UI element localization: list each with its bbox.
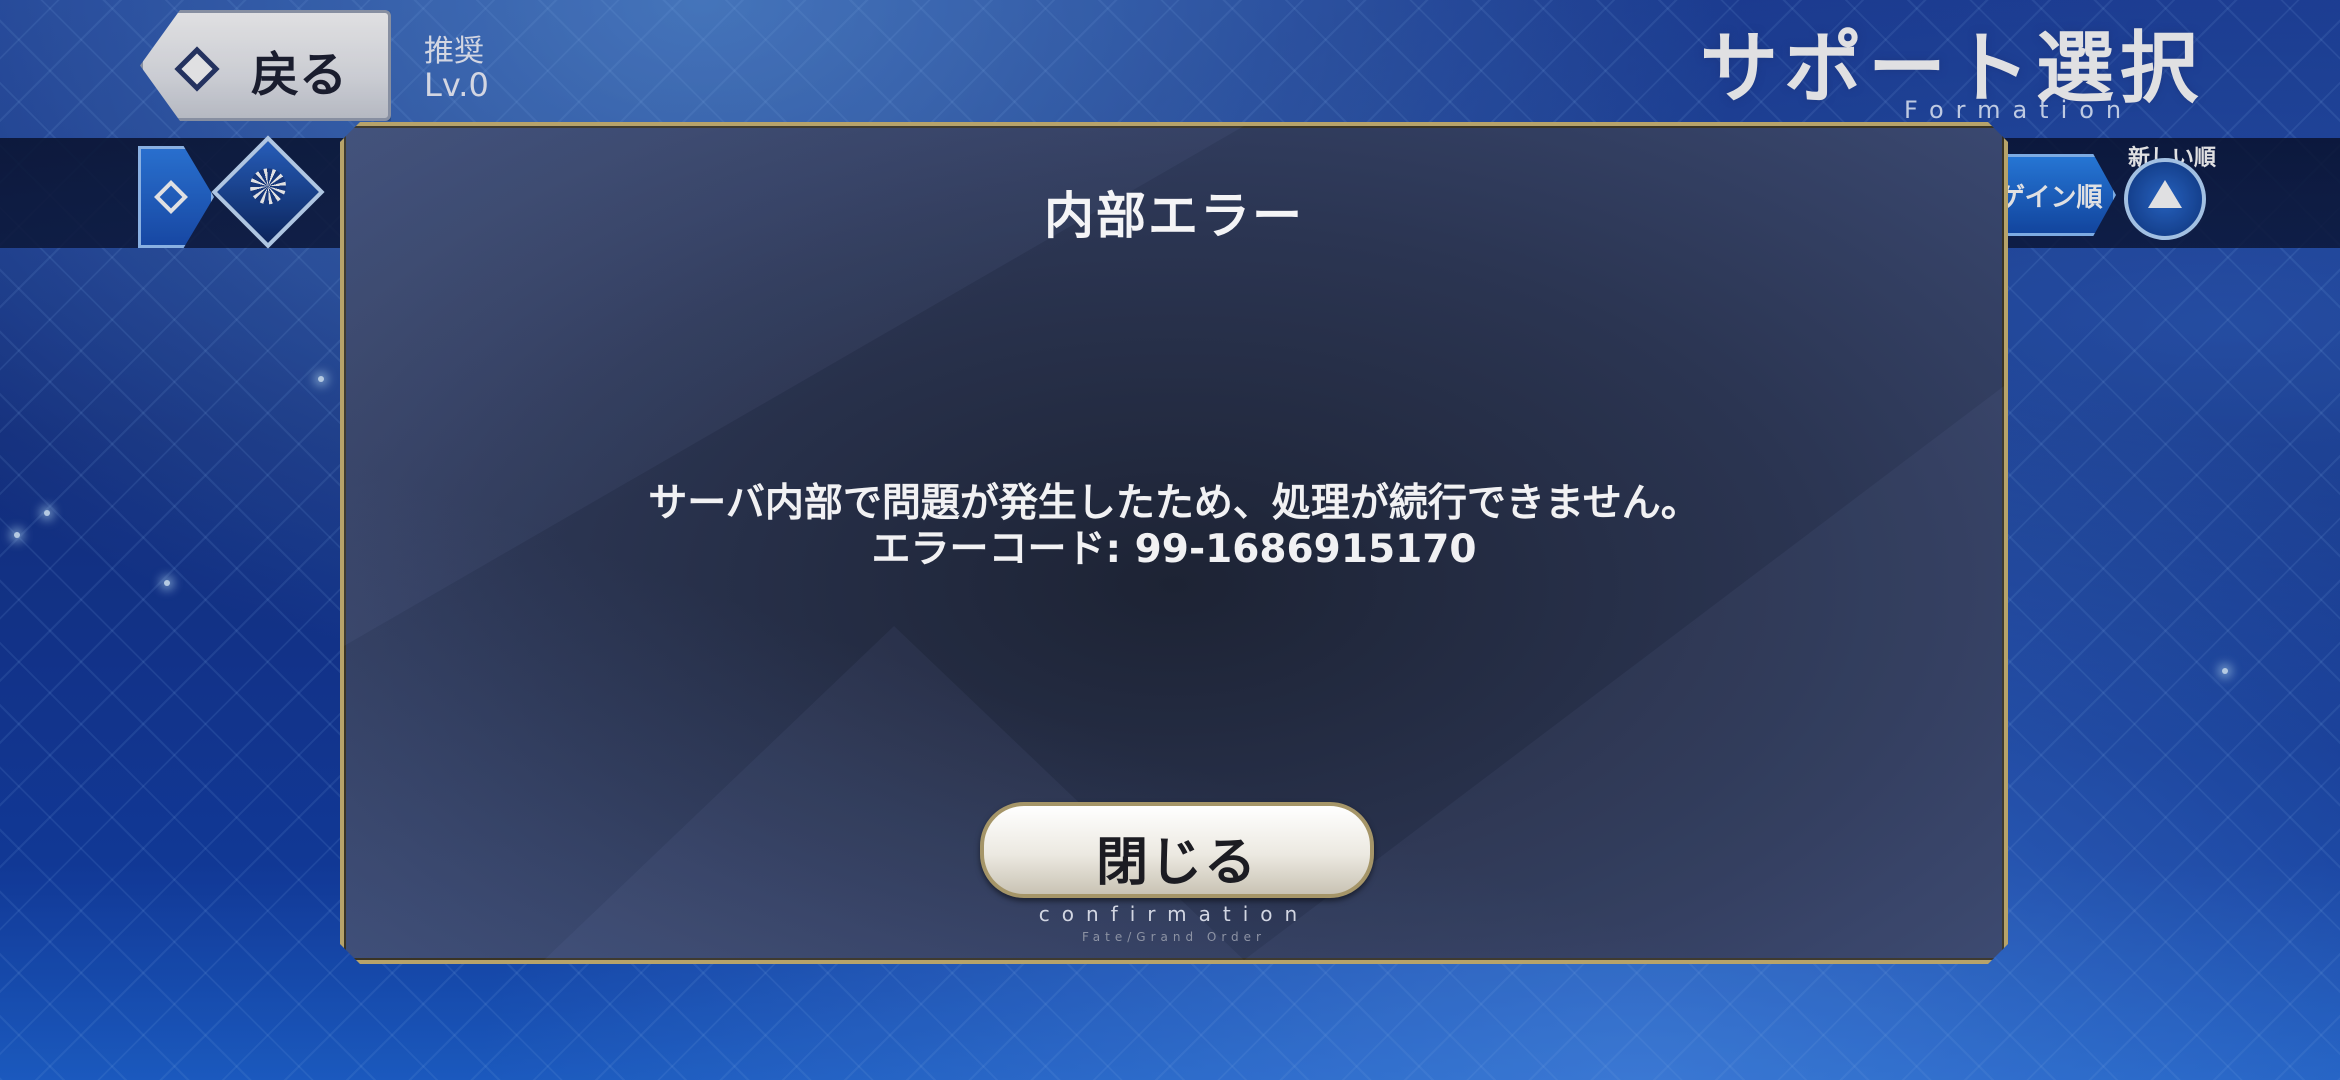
close-button[interactable]: 閉じる: [980, 802, 1374, 898]
dialog-title: 内部エラー: [1044, 187, 1304, 245]
confirmation-caption: confirmation: [1038, 902, 1310, 926]
brand-caption: Fate/Grand Order: [1081, 930, 1266, 944]
close-button-label: 閉じる: [1095, 833, 1258, 893]
error-dialog: 内部エラー サーバ内部で問題が発生したため、処理が続行できません。 エラーコード…: [340, 122, 2008, 964]
error-code: エラーコード: 99-1686915170: [871, 527, 1477, 572]
